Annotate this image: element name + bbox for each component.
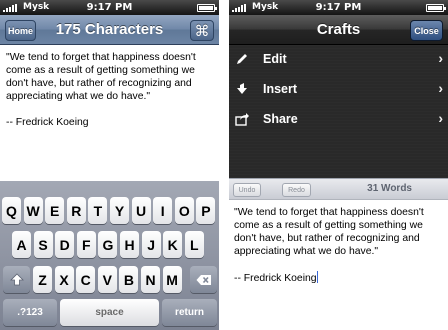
key-p[interactable]: P: [196, 197, 216, 224]
key-h[interactable]: H: [120, 231, 139, 258]
nav-bar: Crafts Close: [229, 15, 448, 45]
insert-arrow-icon: [235, 82, 249, 96]
key-i[interactable]: I: [153, 197, 173, 224]
key-o[interactable]: O: [174, 197, 194, 224]
key-z[interactable]: Z: [33, 266, 52, 293]
crafts-menu: Edit › Insert › Share ›: [229, 45, 448, 178]
key-t[interactable]: T: [88, 197, 108, 224]
word-count: 31 Words: [367, 183, 412, 194]
close-button[interactable]: Close: [410, 20, 443, 41]
menu-item-label: Share: [263, 112, 298, 126]
chevron-right-icon: ›: [438, 80, 443, 96]
edit-toolbar: Undo Redo 31 Words: [229, 178, 448, 200]
chevron-right-icon: ›: [438, 110, 443, 126]
screen-divider: [219, 0, 229, 330]
document-body: "We tend to forget that happiness doesn'…: [234, 207, 424, 284]
return-key[interactable]: return: [162, 299, 217, 326]
key-e[interactable]: E: [45, 197, 65, 224]
text-cursor: [316, 271, 318, 283]
battery-icon: [197, 4, 217, 12]
key-u[interactable]: U: [131, 197, 151, 224]
pencil-icon: [235, 52, 249, 66]
menu-item-edit[interactable]: Edit ›: [229, 45, 448, 75]
key-c[interactable]: C: [76, 266, 96, 293]
key-q[interactable]: Q: [2, 197, 21, 224]
key-j[interactable]: J: [141, 231, 161, 258]
menu-item-share[interactable]: Share ›: [229, 105, 448, 135]
status-bar: Mysk 9:17 PM: [229, 0, 448, 15]
shift-icon: [9, 272, 24, 285]
menu-item-insert[interactable]: Insert ›: [229, 75, 448, 105]
key-r[interactable]: R: [66, 197, 86, 224]
key-g[interactable]: G: [98, 231, 118, 258]
key-n[interactable]: N: [141, 266, 160, 293]
menu-item-label: Edit: [263, 52, 287, 66]
key-v[interactable]: V: [97, 266, 117, 293]
shift-key[interactable]: [3, 266, 30, 293]
space-key[interactable]: space: [60, 299, 159, 326]
key-b[interactable]: B: [119, 266, 139, 293]
status-bar: Mysk 9:17 PM: [0, 0, 219, 15]
document-text[interactable]: "We tend to forget that happiness doesn'…: [6, 51, 216, 129]
key-m[interactable]: M: [162, 266, 182, 293]
nav-bar: Home 175 Characters ⌘: [0, 15, 219, 45]
left-screen: Mysk 9:17 PM Home 175 Characters ⌘ "We t…: [0, 0, 219, 330]
key-a[interactable]: A: [12, 231, 31, 258]
chevron-right-icon: ›: [438, 50, 443, 66]
battery-icon: [426, 4, 446, 12]
key-l[interactable]: L: [184, 231, 204, 258]
key-x[interactable]: X: [54, 266, 74, 293]
right-screen: Mysk 9:17 PM Crafts Close Edit › Insert …: [229, 0, 448, 330]
key-f[interactable]: F: [76, 231, 96, 258]
status-time: 9:17 PM: [315, 2, 362, 13]
key-w[interactable]: W: [23, 197, 43, 224]
command-button[interactable]: ⌘: [190, 20, 214, 41]
redo-button[interactable]: Redo: [282, 183, 311, 197]
share-icon: [235, 112, 249, 126]
key-y[interactable]: Y: [110, 197, 129, 224]
key-d[interactable]: D: [55, 231, 75, 258]
numbers-key[interactable]: .?123: [3, 299, 57, 326]
undo-button[interactable]: Undo: [233, 183, 261, 197]
key-s[interactable]: S: [33, 231, 53, 258]
backspace-icon: [196, 274, 211, 285]
backspace-key[interactable]: [190, 266, 217, 293]
keyboard: QWERTYUIOP ASDFGHJKL ZXCVBNM .?123 space…: [0, 181, 219, 330]
status-time: 9:17 PM: [86, 2, 133, 13]
document-text[interactable]: "We tend to forget that happiness doesn'…: [234, 206, 446, 285]
menu-item-label: Insert: [263, 82, 298, 96]
character-count-title: 175 Characters: [55, 21, 164, 38]
key-k[interactable]: K: [163, 231, 183, 258]
